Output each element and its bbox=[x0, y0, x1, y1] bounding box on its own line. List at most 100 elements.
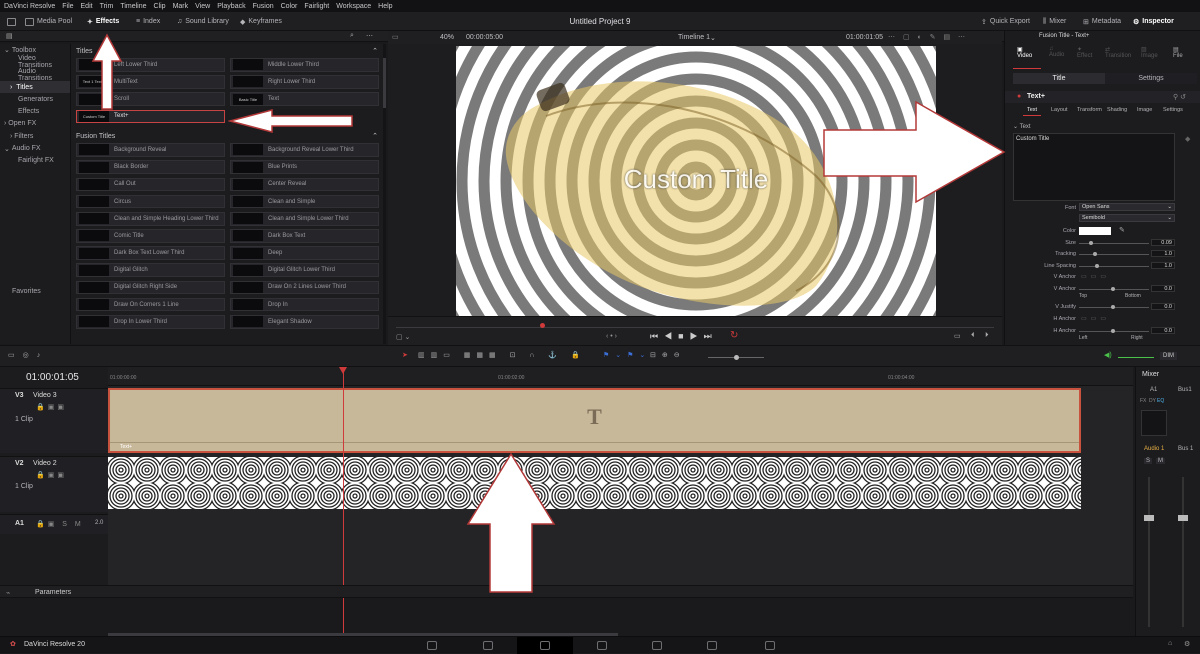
index-button[interactable]: ≡ Index bbox=[133, 15, 163, 28]
tool-tab-layout[interactable]: Layout bbox=[1051, 107, 1068, 113]
color-swatch[interactable] bbox=[1079, 227, 1111, 235]
v-justify-value[interactable]: 0.0 bbox=[1151, 303, 1175, 310]
cut-page-icon[interactable] bbox=[483, 641, 493, 650]
timeline-selector[interactable]: Timeline 1 bbox=[678, 34, 710, 41]
scrub-playhead[interactable] bbox=[540, 323, 545, 328]
metadata-button[interactable]: ⊞ Metadata bbox=[1080, 15, 1124, 28]
tool-tab-shading[interactable]: Shading bbox=[1107, 107, 1127, 113]
timeline-ruler[interactable]: 01:00:00:00 01:00:02:00 01:00:04:00 bbox=[108, 367, 1133, 386]
menu-help[interactable]: Help bbox=[378, 3, 392, 10]
menu-trim[interactable]: Trim bbox=[100, 3, 114, 10]
media-page-icon[interactable] bbox=[427, 641, 437, 650]
effect-item[interactable]: Call Out bbox=[76, 177, 225, 192]
viewer-layout-icon[interactable]: ▭ bbox=[392, 33, 399, 41]
track-controls-icons[interactable]: 🔒▣▣ bbox=[36, 471, 67, 479]
sound-library-button[interactable]: ♫ Sound Library bbox=[174, 15, 232, 28]
tab-effect[interactable]: ✦ Effect bbox=[1077, 46, 1092, 59]
keyframe-icon[interactable]: ◆ bbox=[1185, 135, 1190, 143]
tree-item-effects[interactable]: Effects bbox=[0, 105, 70, 117]
tree-item-audio-fx[interactable]: ⌄ Audio FX bbox=[0, 142, 70, 154]
sidebar-collapse-icon[interactable]: ▤ bbox=[6, 32, 13, 40]
eq-label[interactable]: EQ bbox=[1157, 398, 1164, 404]
scrub-bar[interactable] bbox=[396, 327, 994, 328]
search-icon[interactable]: ⌕ bbox=[350, 32, 354, 40]
tree-item-filters[interactable]: › Filters bbox=[0, 130, 70, 142]
spiral-video-clip[interactable] bbox=[108, 457, 1081, 509]
volume-slider[interactable] bbox=[1118, 357, 1154, 358]
audio1-fader-track[interactable] bbox=[1148, 477, 1150, 627]
track-name[interactable]: Video 2 bbox=[33, 460, 57, 467]
effect-item[interactable]: Blue Prints bbox=[230, 160, 379, 174]
tab-video[interactable]: ▣ Video bbox=[1017, 46, 1032, 59]
deliver-page-icon[interactable] bbox=[765, 641, 775, 650]
audio-track-controls[interactable]: 🔒▣ S M bbox=[36, 520, 84, 528]
tool-tab-text[interactable]: Text bbox=[1027, 107, 1037, 113]
mixer-button[interactable]: ⫼ Mixer bbox=[1040, 15, 1069, 28]
tab-transition[interactable]: ⇄ Transition bbox=[1105, 46, 1131, 59]
scrollbar[interactable] bbox=[383, 44, 386, 344]
tree-item-titles[interactable]: › Titles bbox=[0, 80, 70, 94]
favorites-header[interactable]: Favorites bbox=[0, 285, 70, 297]
playhead-handle[interactable] bbox=[339, 367, 347, 374]
effect-item[interactable]: Basic Title Text bbox=[230, 92, 379, 106]
line-spacing-slider[interactable] bbox=[1079, 266, 1149, 267]
effect-item[interactable]: Middle Lower Third bbox=[230, 58, 379, 72]
tree-item-generators[interactable]: Generators bbox=[0, 93, 70, 105]
fusion-page-icon[interactable] bbox=[597, 641, 607, 650]
menu-timeline[interactable]: Timeline bbox=[120, 3, 146, 10]
bus1-fader-track[interactable] bbox=[1182, 477, 1184, 627]
effect-item[interactable]: Background Reveal bbox=[76, 143, 225, 157]
tree-item-toolbox[interactable]: ⌄ Toolbox bbox=[0, 44, 70, 56]
h-anchor-value[interactable]: 0.0 bbox=[1151, 327, 1175, 334]
more-options-icon[interactable]: ⋯ bbox=[366, 32, 373, 40]
selection-tool-icon[interactable]: ➤ bbox=[402, 351, 408, 359]
tool-tab-image[interactable]: Image bbox=[1137, 107, 1152, 113]
line-spacing-slider-knob[interactable] bbox=[1095, 264, 1099, 268]
audio1-fader-knob[interactable] bbox=[1144, 515, 1154, 521]
v-anchor-buttons[interactable]: ▭▭▭ bbox=[1081, 273, 1110, 280]
inspector-button[interactable]: ⚙ Inspector bbox=[1130, 15, 1177, 28]
quick-export-button[interactable]: ⇪ Quick Export bbox=[978, 15, 1033, 28]
size-slider-knob[interactable] bbox=[1089, 241, 1093, 245]
solo-button[interactable]: S bbox=[1144, 458, 1153, 464]
volume-icon[interactable]: ◀) bbox=[1104, 351, 1112, 359]
zoom-icons[interactable]: ⊟⊕⊖ bbox=[650, 351, 686, 359]
menu-mark[interactable]: Mark bbox=[173, 3, 189, 10]
tool-tab-settings[interactable]: Settings bbox=[1163, 107, 1183, 113]
v-justify-slider-knob[interactable] bbox=[1111, 305, 1115, 309]
edit-page-tab[interactable] bbox=[517, 637, 573, 654]
effect-item[interactable]: Draw On Corners 1 Line bbox=[76, 297, 225, 312]
v-anchor-slider-knob[interactable] bbox=[1111, 287, 1115, 291]
effect-item[interactable]: Drop In Lower Third bbox=[76, 315, 225, 329]
styled-text-field[interactable]: Custom Title bbox=[1013, 133, 1175, 201]
h-anchor-buttons[interactable]: ▭▭▭ bbox=[1081, 315, 1110, 322]
home-icon[interactable]: ⌂ bbox=[1168, 640, 1172, 647]
menu-file[interactable]: File bbox=[62, 3, 73, 10]
zoom-level[interactable]: 40% bbox=[440, 34, 454, 41]
effect-item[interactable]: Dark Box Text bbox=[230, 229, 379, 243]
effect-item[interactable]: Drop In bbox=[230, 297, 379, 312]
effect-item[interactable]: Dark Box Text Lower Third bbox=[76, 246, 225, 260]
loop-icon[interactable]: ↻ bbox=[730, 330, 738, 341]
menu-clip[interactable]: Clip bbox=[154, 3, 166, 10]
edit-mode-icons[interactable]: ▥▥▭ ▦▦▦ ⊡ ∩ ⚓ 🔒 bbox=[418, 351, 586, 359]
tab-file[interactable]: ▤ File bbox=[1173, 46, 1183, 59]
playback-buttons[interactable]: ⏮◀■▶⏭ bbox=[650, 331, 718, 342]
menu-edit[interactable]: Edit bbox=[81, 3, 93, 10]
tree-item-fairlight-fx[interactable]: Fairlight FX bbox=[0, 155, 70, 167]
tool-options-icon[interactable]: ⚲ ↺ bbox=[1173, 93, 1186, 101]
parameters-icon[interactable]: ⌁ bbox=[6, 589, 10, 597]
effect-item[interactable]: Clean and Simple Lower Third bbox=[230, 211, 379, 226]
effect-item[interactable]: Circus bbox=[76, 194, 225, 209]
match-frame-icon[interactable]: ▭ bbox=[954, 332, 961, 340]
zoom-slider-knob[interactable] bbox=[734, 355, 739, 360]
subtab-title[interactable]: Title bbox=[1013, 73, 1105, 84]
dim-button[interactable]: DIM bbox=[1160, 352, 1177, 360]
track-controls-icons[interactable]: 🔒▣▣ bbox=[36, 403, 67, 411]
effect-item[interactable]: Digital Glitch bbox=[76, 263, 225, 278]
sidebar-toggle-button[interactable] bbox=[4, 15, 19, 28]
timeline-area[interactable]: 01:00:00:00 01:00:02:00 01:00:04:00 T Te… bbox=[108, 367, 1133, 634]
fx-label[interactable]: FX bbox=[1140, 398, 1146, 404]
effect-item[interactable]: Elegant Shadow bbox=[230, 315, 379, 329]
tree-item-video-transitions[interactable]: Video Transitions bbox=[0, 55, 70, 69]
